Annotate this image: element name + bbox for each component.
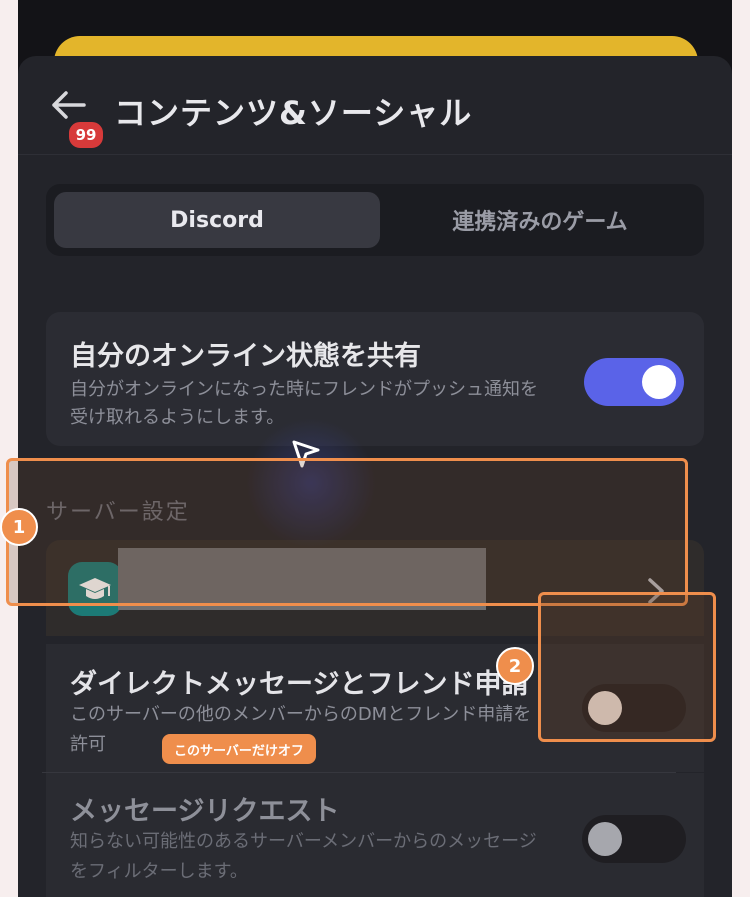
online-status-toggle[interactable] [584,358,684,406]
phone-screen: 99 コンテンツ&ソーシャル Discord 連携済みのゲーム 自分のオンライン… [18,0,732,897]
step-marker-2: 2 [496,647,534,685]
notification-badge: 99 [67,120,105,150]
message-requests-setting: メッセージリクエスト 知らない可能性のあるサーバーメンバーからのメッセージをフィ… [46,773,704,897]
annotation-tooltip: このサーバーだけオフ [162,734,316,764]
message-requests-title: メッセージリクエスト [70,796,340,827]
message-requests-description: 知らない可能性のあるサーバーメンバーからのメッセージをフィルターします。 [70,831,537,882]
dm-requests-title: ダイレクトメッセージとフレンド申請 [70,669,529,700]
page-title: コンテンツ&ソーシャル [114,94,473,132]
highlight-server-row [6,458,688,606]
tab-discord[interactable]: Discord [54,192,380,248]
header: 99 コンテンツ&ソーシャル [18,56,732,156]
online-status-card: 自分のオンライン状態を共有 自分がオンラインになった時にフレンドがプッシュ通知を… [46,312,704,446]
tab-bar: Discord 連携済みのゲーム [46,184,704,256]
highlight-dm-toggle [538,592,716,742]
toggle-knob [588,822,622,856]
tab-linked-games[interactable]: 連携済みのゲーム [382,192,698,248]
online-status-title: 自分のオンライン状態を共有 [70,341,421,372]
message-requests-toggle[interactable] [582,815,686,863]
header-divider [18,154,732,155]
back-arrow-icon[interactable] [50,90,86,120]
toggle-knob [642,365,676,399]
step-marker-1: 1 [0,508,38,546]
